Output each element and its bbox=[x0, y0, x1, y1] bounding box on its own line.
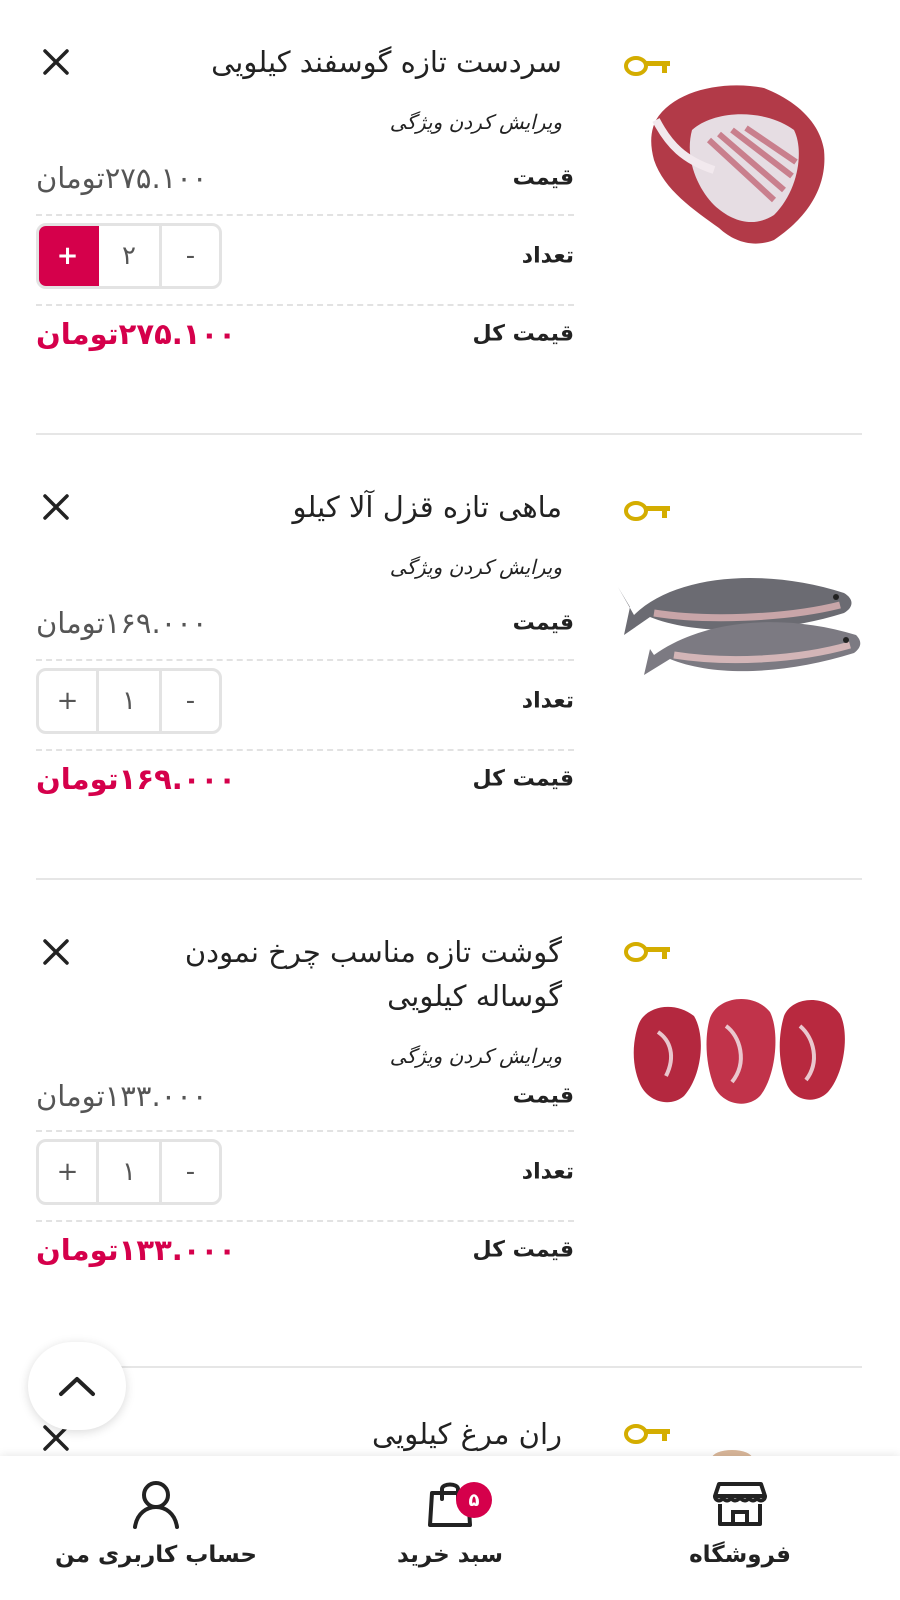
close-icon bbox=[43, 494, 69, 520]
brand-logo-icon bbox=[624, 1424, 670, 1444]
close-icon bbox=[43, 49, 69, 75]
nav-shop[interactable]: فروشگاه bbox=[610, 1476, 870, 1586]
total-row: قیمت کل ۱۶۹.۰۰۰تومان bbox=[36, 749, 574, 809]
price-row: قیمت ۱۳۳.۰۰۰تومان bbox=[36, 1066, 574, 1126]
increase-quantity-button[interactable]: + bbox=[39, 1142, 99, 1202]
nav-shop-label: فروشگاه bbox=[689, 1542, 791, 1568]
quantity-label: تعداد bbox=[521, 688, 574, 714]
quantity-row: تعداد + ۲ - bbox=[36, 223, 574, 289]
quantity-value[interactable]: ۲ bbox=[99, 226, 159, 286]
unit-price: ۲۷۵.۱۰۰تومان bbox=[36, 161, 208, 195]
product-title[interactable]: ماهی تازه قزل آلا کیلو bbox=[102, 485, 562, 529]
remove-item-button[interactable] bbox=[36, 932, 76, 972]
edit-attributes-link[interactable]: ویرایش کردن ویژگی bbox=[390, 1044, 562, 1068]
trout-fish-image bbox=[618, 577, 861, 675]
scroll-to-top-button[interactable] bbox=[28, 1342, 126, 1430]
decrease-quantity-button[interactable]: - bbox=[159, 1142, 219, 1202]
nav-cart-label: سبد خرید bbox=[396, 1542, 504, 1568]
remove-item-button[interactable] bbox=[36, 42, 76, 82]
unit-price: ۱۶۹.۰۰۰تومان bbox=[36, 606, 208, 640]
decrease-quantity-button[interactable]: - bbox=[159, 671, 219, 731]
quantity-row: تعداد + ۱ - bbox=[36, 1139, 574, 1205]
user-icon bbox=[133, 1481, 179, 1529]
product-thumbnail[interactable] bbox=[614, 495, 862, 685]
quantity-value[interactable]: ۱ bbox=[99, 671, 159, 731]
close-icon bbox=[43, 939, 69, 965]
nav-account[interactable]: حساب کاربری من bbox=[26, 1476, 286, 1586]
lamb-shoulder-image bbox=[651, 85, 825, 244]
quantity-value[interactable]: ۱ bbox=[99, 1142, 159, 1202]
edit-attributes-link[interactable]: ویرایش کردن ویژگی bbox=[390, 110, 562, 134]
edit-attributes-link[interactable]: ویرایش کردن ویژگی bbox=[390, 555, 562, 579]
product-thumbnail[interactable] bbox=[614, 1418, 862, 1456]
item-divider bbox=[36, 433, 862, 435]
increase-quantity-button[interactable]: + bbox=[39, 671, 99, 731]
row-divider bbox=[36, 214, 574, 216]
product-thumbnail[interactable] bbox=[614, 936, 862, 1136]
cart-item: سردست تازه گوسفند کیلویی ویرایش کردن ویژ… bbox=[36, 40, 862, 380]
quantity-stepper: + ۲ - bbox=[36, 223, 222, 289]
item-total: ۲۷۵.۱۰۰تومان bbox=[36, 317, 236, 351]
total-label: قیمت کل bbox=[472, 321, 574, 347]
veal-meat-image bbox=[633, 999, 845, 1104]
total-row: قیمت کل ۱۳۳.۰۰۰تومان bbox=[36, 1220, 574, 1280]
total-label: قیمت کل bbox=[472, 1237, 574, 1263]
remove-item-button[interactable] bbox=[36, 487, 76, 527]
brand-logo-icon bbox=[624, 942, 670, 962]
store-icon bbox=[713, 1482, 767, 1526]
total-label: قیمت کل bbox=[472, 766, 574, 792]
quantity-row: تعداد + ۱ - bbox=[36, 668, 574, 734]
increase-quantity-button[interactable]: + bbox=[39, 226, 99, 286]
product-thumbnail[interactable] bbox=[614, 50, 862, 260]
item-total: ۱۳۳.۰۰۰تومان bbox=[36, 1233, 236, 1267]
cart-item: ماهی تازه قزل آلا کیلو ویرایش کردن ویژگی… bbox=[36, 485, 862, 825]
item-divider bbox=[36, 1366, 862, 1368]
row-divider bbox=[36, 659, 574, 661]
cart-count-badge: ۵ bbox=[456, 1482, 492, 1518]
price-row: قیمت ۱۶۹.۰۰۰تومان bbox=[36, 593, 574, 653]
chevron-up-icon bbox=[59, 1377, 95, 1396]
nav-account-label: حساب کاربری من bbox=[55, 1542, 257, 1568]
quantity-stepper: + ۱ - bbox=[36, 1139, 222, 1205]
price-label: قیمت bbox=[512, 1083, 574, 1109]
brand-logo-icon bbox=[624, 56, 670, 76]
quantity-label: تعداد bbox=[521, 1159, 574, 1185]
product-title[interactable]: ران مرغ کیلویی bbox=[102, 1418, 562, 1456]
total-row: قیمت کل ۲۷۵.۱۰۰تومان bbox=[36, 304, 574, 364]
price-label: قیمت bbox=[512, 165, 574, 191]
bottom-navigation: فروشگاه ۵ سبد خرید حساب کاربری من bbox=[0, 1456, 900, 1600]
quantity-label: تعداد bbox=[521, 243, 574, 269]
cart-item: ران مرغ کیلویی bbox=[36, 1418, 862, 1456]
cart-list: سردست تازه گوسفند کیلویی ویرایش کردن ویژ… bbox=[0, 0, 900, 1600]
cart-item: گوشت تازه مناسب چرخ نمودن گوساله کیلویی … bbox=[36, 930, 862, 1310]
item-total: ۱۶۹.۰۰۰تومان bbox=[36, 762, 236, 796]
price-label: قیمت bbox=[512, 610, 574, 636]
unit-price: ۱۳۳.۰۰۰تومان bbox=[36, 1079, 208, 1113]
decrease-quantity-button[interactable]: - bbox=[159, 226, 219, 286]
product-title[interactable]: سردست تازه گوسفند کیلویی bbox=[102, 40, 562, 84]
brand-logo-icon bbox=[624, 501, 670, 521]
price-row: قیمت ۲۷۵.۱۰۰تومان bbox=[36, 148, 574, 208]
quantity-stepper: + ۱ - bbox=[36, 668, 222, 734]
item-divider bbox=[36, 878, 862, 880]
nav-cart[interactable]: ۵ سبد خرید bbox=[320, 1476, 580, 1586]
product-title[interactable]: گوشت تازه مناسب چرخ نمودن گوساله کیلویی bbox=[102, 930, 562, 1018]
row-divider bbox=[36, 1130, 574, 1132]
